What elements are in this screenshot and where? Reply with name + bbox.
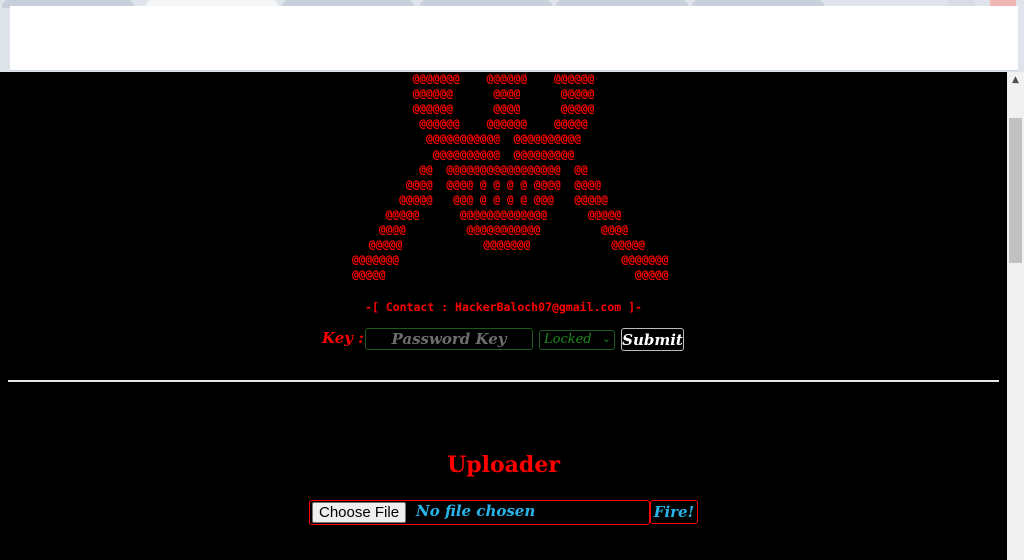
scroll-up-arrow-icon[interactable]: ▲: [1007, 72, 1024, 89]
file-input[interactable]: Choose File No file chosen: [309, 500, 650, 525]
browser-toolbar: [10, 6, 1018, 71]
vertical-scrollbar[interactable]: ▲: [1007, 72, 1024, 560]
password-key-input[interactable]: [365, 328, 533, 350]
page-viewport: @@ @@@@@ @@@@@@ @@@@@@ @@@@@@ @@ @@ @@@@@ @@ …: [0, 72, 1007, 560]
upload-form: Choose File No file chosen Fire!: [0, 500, 1007, 526]
divider: [8, 380, 999, 382]
contact-line: -[ Contact : HackerBaloch07@gmail.com ]-: [365, 300, 642, 314]
file-status-text: No file chosen: [416, 502, 536, 520]
fire-button[interactable]: Fire!: [650, 500, 698, 524]
submit-button[interactable]: Submit: [621, 328, 684, 351]
choose-file-button[interactable]: Choose File: [312, 502, 407, 523]
key-label: Key :: [322, 329, 364, 347]
browser-chrome: [0, 0, 1024, 72]
lock-select[interactable]: Locked ⌄: [539, 330, 615, 350]
scrollbar-thumb[interactable]: [1009, 118, 1022, 263]
ascii-art-skull: @@ @@@@@ @@@@@@ @@@@@@ @@@@@@ @@ @@ @@@@@ @@ …: [351, 72, 669, 282]
key-form: Key : Locked ⌄ Submit: [0, 328, 1007, 352]
chevron-down-icon: ⌄: [601, 332, 611, 345]
uploader-title: Uploader: [447, 452, 560, 478]
lock-select-value: Locked: [544, 332, 592, 347]
